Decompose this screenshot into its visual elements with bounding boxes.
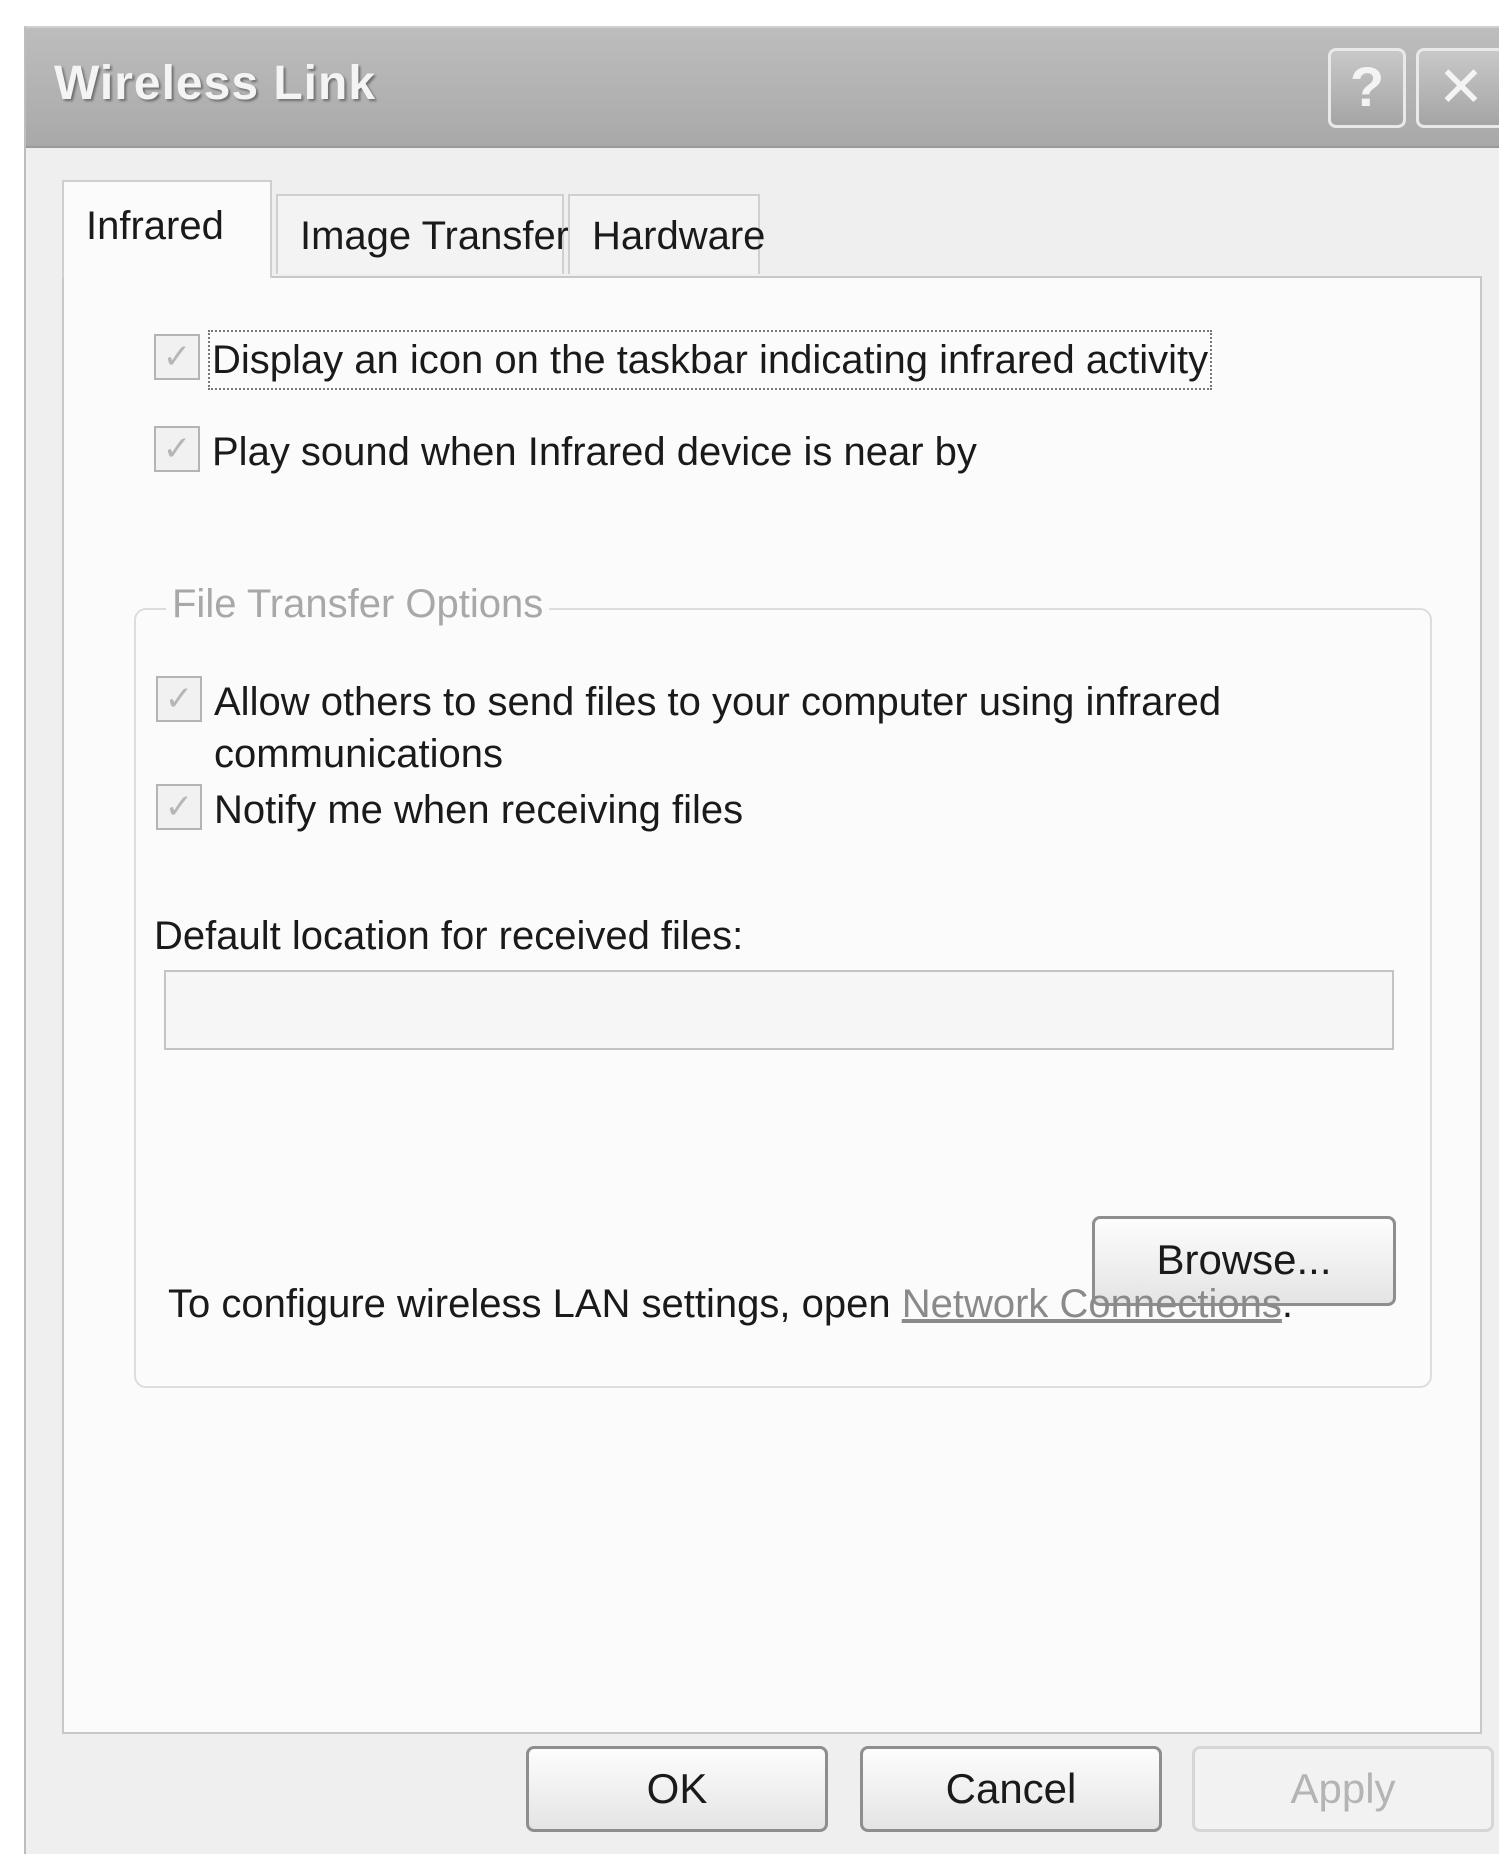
network-connections-link[interactable]: Network Connections [902, 1282, 1282, 1326]
display-icon-label: Display an icon on the taskbar indicatin… [207, 330, 1213, 390]
tab-image-transfer[interactable]: Image Transfer [276, 194, 569, 274]
allow-others-checkbox[interactable]: ✓ [156, 676, 202, 722]
help-button[interactable]: ? [1328, 48, 1406, 128]
notify-checkbox[interactable]: ✓ [156, 784, 202, 830]
wireless-lan-note: To configure wireless LAN settings, open… [168, 1282, 1293, 1327]
dialog-title: Wireless Link [54, 57, 377, 110]
help-icon: ? [1349, 55, 1385, 118]
wireless-lan-note-end: . [1281, 1282, 1294, 1326]
default-location-field[interactable] [164, 970, 1394, 1050]
apply-button[interactable]: Apply [1192, 1746, 1494, 1832]
file-transfer-options-legend: File Transfer Options [166, 582, 550, 627]
infrared-tab-panel: ✓ Display an icon on the taskbar indicat… [62, 276, 1482, 1734]
tab-hardware[interactable]: Hardware [568, 194, 765, 274]
cancel-button[interactable]: Cancel [860, 1746, 1162, 1832]
allow-others-label-line2: communications [214, 732, 504, 776]
allow-others-label: Allow others to send files to your compu… [214, 676, 1221, 780]
wireless-lan-note-text: To configure wireless LAN settings, open [168, 1282, 902, 1326]
close-icon: ✕ [1437, 55, 1485, 118]
display-icon-option[interactable]: ✓ Display an icon on the taskbar indicat… [154, 330, 1213, 390]
allow-others-option[interactable]: ✓ Allow others to send files to your com… [156, 676, 1221, 780]
default-location-label: Default location for received files: [154, 914, 744, 958]
wireless-link-dialog: Wireless Link ? ✕ Infrared Image Transfe… [24, 26, 1499, 1854]
notify-label: Notify me when receiving files [214, 788, 744, 832]
play-sound-label: Play sound when Infrared device is near … [212, 430, 977, 474]
display-icon-checkbox[interactable]: ✓ [154, 334, 200, 380]
notify-option[interactable]: ✓ Notify me when receiving files [156, 784, 743, 836]
play-sound-checkbox[interactable]: ✓ [154, 426, 200, 472]
tab-infrared[interactable]: Infrared [62, 180, 272, 278]
title-bar: Wireless Link ? ✕ [26, 28, 1499, 148]
close-button[interactable]: ✕ [1416, 48, 1499, 128]
ok-button[interactable]: OK [526, 1746, 828, 1832]
play-sound-option[interactable]: ✓ Play sound when Infrared device is nea… [154, 426, 977, 478]
allow-others-label-line1: Allow others to send files to your compu… [214, 680, 1222, 724]
